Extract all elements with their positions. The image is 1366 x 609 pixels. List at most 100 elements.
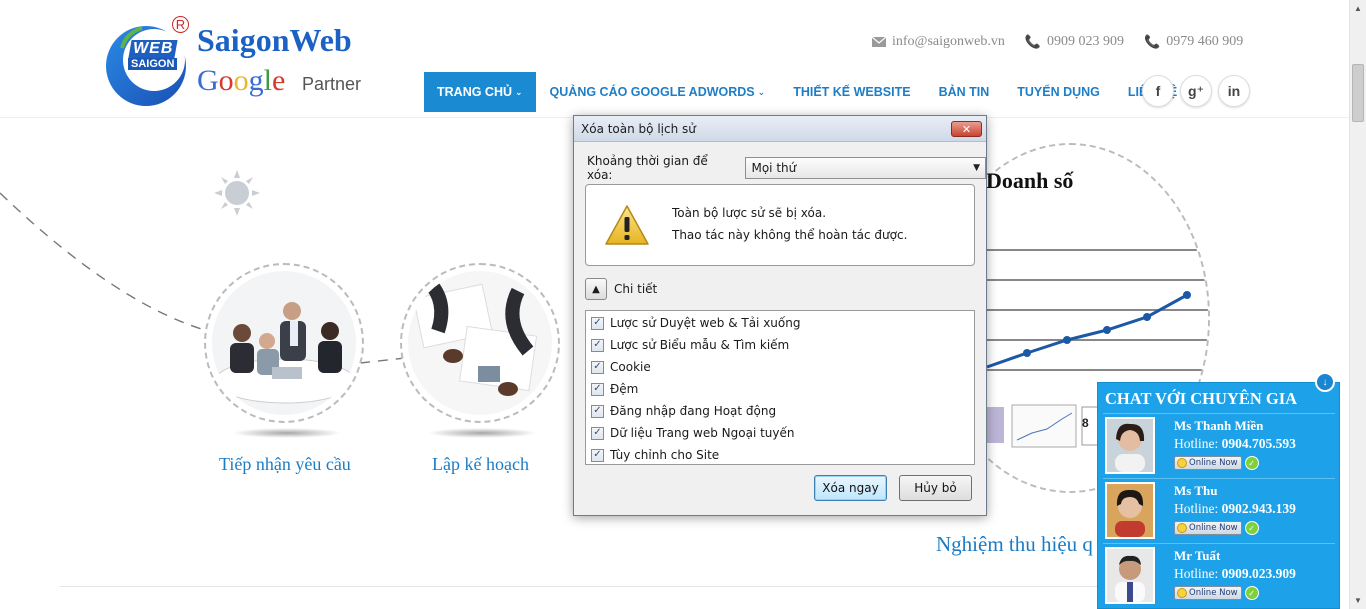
details-toggle-row: ▲ Chi tiết [585,278,657,300]
time-range-label: Khoảng thời gian để xóa: [587,154,708,182]
nav-item-news[interactable]: BẢN TIN [925,72,1004,112]
chat-collapse-icon[interactable]: ↓ [1315,372,1335,392]
nav-item-careers[interactable]: TUYỂN DỤNG [1003,72,1114,112]
warning-text-1: Toàn bộ lược sử sẽ bị xóa. [672,206,827,220]
online-now-badge[interactable]: Online Now [1174,521,1242,535]
google-plus-icon[interactable]: g⁺ [1180,75,1212,107]
collapse-details-button[interactable]: ▲ [585,278,607,300]
checkbox-checked[interactable]: ✓ [591,338,604,352]
sun-icon [214,170,260,216]
agent-name: Mr Tuất [1174,548,1221,563]
checkbox-checked[interactable]: ✓ [591,404,604,418]
online-now-badge[interactable]: Online Now [1174,456,1242,470]
chat-agent[interactable]: Mr Tuất Hotline: 0909.023.909 Online Now… [1103,543,1335,606]
nav-item-label: TUYỂN DỤNG [1017,85,1100,99]
section-divider [60,586,1100,587]
viber-icon[interactable]: ✓ [1244,456,1259,470]
time-range-value: Mọi thứ [751,161,797,175]
checkbox-checked[interactable]: ✓ [591,360,604,374]
list-item-browsing-history[interactable]: ✓ Lược sử Duyệt web & Tải xuống [591,312,969,334]
time-range-row: Khoảng thời gian để xóa: Mọi thứ ▼ [587,154,986,182]
nav-item-google-adwords[interactable]: QUẢNG CÁO GOOGLE ADWORDS ⌄ [536,72,780,112]
list-item-label: Dữ liệu Trang web Ngoại tuyến [610,426,795,440]
list-item-site-preferences[interactable]: ✓ Tùy chỉnh cho Site [591,444,969,466]
agent-status: Online Now ✓ [1174,456,1259,470]
step-image-planning [400,263,560,423]
step-image-meeting [204,263,364,423]
warning-text-2: Thao tác này không thể hoàn tác được. [672,228,908,242]
chevron-up-icon: ▲ [592,283,600,295]
browser-page: WEB SAIGON R SaigonWeb Google Partner in… [0,0,1366,609]
contact-phone-2-text: 0979 460 909 [1166,34,1244,49]
agent-status: Online Now ✓ [1174,586,1259,600]
facebook-icon[interactable]: f [1142,75,1174,107]
step-shadow [232,428,342,438]
chart-title: Doanh số [986,168,1074,193]
nav-item-home[interactable]: TRANG CHỦ ⌄ [424,72,536,112]
scroll-thumb[interactable] [1352,64,1364,122]
list-item-form-history[interactable]: ✓ Lược sử Biểu mẫu & Tìm kiếm [591,334,969,356]
contact-email-text: info@saigonweb.vn [892,34,1005,49]
checkbox-checked[interactable]: ✓ [591,448,604,462]
list-item-label: Tùy chỉnh cho Site [610,448,720,462]
phone-icon: 📞 [1024,34,1042,49]
nav-item-label: QUẢNG CÁO GOOGLE ADWORDS [549,85,755,99]
meeting-illustration [212,271,356,415]
clear-now-button[interactable]: Xóa ngay [814,475,887,501]
chat-agent[interactable]: Ms Thu Hotline: 0902.943.139 Online Now … [1103,478,1335,541]
list-item-label: Lược sử Duyệt web & Tải xuống [610,316,801,330]
logo-brand-name: SaigonWeb [197,22,352,58]
agent-avatar [1105,417,1155,474]
nav-item-label: BẢN TIN [938,85,990,99]
chevron-down-icon: ⌄ [757,86,766,97]
smiley-icon [1177,523,1187,533]
step-label-result: Nghiệm thu hiệu q [936,532,1093,556]
agent-hotline: Hotline: 0909.023.909 [1174,566,1296,581]
logo-saigon-text: SAIGON [128,58,178,70]
list-item-label: Đăng nhập đang Hoạt động [610,404,777,418]
nav-item-web-design[interactable]: THIẾT KẾ WEBSITE [779,72,924,112]
checkbox-checked[interactable]: ✓ [591,426,604,440]
step-label-plan: Lập kế hoạch [432,454,529,474]
registered-mark: R [172,16,189,33]
chat-widget: ↓ CHAT VỚI CHUYÊN GIA Ms Thanh Miền Hotl… [1097,372,1340,609]
agent-status: Online Now ✓ [1174,521,1259,535]
chevron-down-icon: ⌄ [515,86,523,97]
page-scrollbar[interactable]: ▲ ▼ [1349,0,1366,609]
logo-partner-text: Partner [302,74,362,94]
svg-text:8: 8 [1082,416,1089,430]
time-range-select[interactable]: Mọi thứ ▼ [745,157,986,179]
site-logo[interactable]: WEB SAIGON R SaigonWeb Google Partner [104,16,374,112]
contact-phone-2[interactable]: 📞 0979 460 909 [1144,34,1243,50]
list-item-label: Đệm [610,382,639,396]
dialog-titlebar[interactable]: Xóa toàn bộ lịch sử [574,116,986,142]
contact-bar: info@saigonweb.vn 📞 0909 023 909 📞 0979 … [872,34,1243,50]
list-item-offline-data[interactable]: ✓ Dữ liệu Trang web Ngoại tuyến [591,422,969,444]
list-item-cookies[interactable]: ✓ Cookie [591,356,969,378]
cancel-button[interactable]: Hủy bỏ [899,475,972,501]
chat-agent[interactable]: Ms Thanh Miền Hotline: 0904.705.593 Onli… [1103,413,1335,476]
contact-phone-1[interactable]: 📞 0909 023 909 [1025,34,1124,50]
scroll-down-icon[interactable]: ▼ [1350,592,1366,609]
warning-box: Toàn bộ lược sử sẽ bị xóa. Thao tác này … [585,184,975,266]
checkbox-checked[interactable]: ✓ [591,316,604,330]
viber-icon[interactable]: ✓ [1244,521,1259,535]
list-item-active-logins[interactable]: ✓ Đăng nhập đang Hoạt động [591,400,969,422]
dropdown-arrow-icon: ▼ [973,163,980,173]
linkedin-icon[interactable]: in [1218,75,1250,107]
checkbox-checked[interactable]: ✓ [591,382,604,396]
scroll-up-icon[interactable]: ▲ [1350,0,1366,17]
close-icon[interactable]: ✕ [951,121,982,137]
list-item-cache[interactable]: ✓ Đệm [591,378,969,400]
history-items-list: ✓ Lược sử Duyệt web & Tải xuống ✓ Lược s… [585,310,975,465]
step-label-receive: Tiếp nhận yêu cầu [219,454,351,474]
main-nav: TRANG CHỦ ⌄ QUẢNG CÁO GOOGLE ADWORDS ⌄ T… [424,72,1191,112]
agent-name: Ms Thanh Miền [1174,418,1264,433]
clear-history-dialog: Xóa toàn bộ lịch sử ✕ Khoảng thời gian đ… [573,115,987,516]
nav-item-label: TRANG CHỦ [437,85,512,99]
list-item-label: Lược sử Biểu mẫu & Tìm kiếm [610,338,790,352]
nav-item-label: THIẾT KẾ WEBSITE [793,85,911,99]
viber-icon[interactable]: ✓ [1244,586,1259,600]
contact-email[interactable]: info@saigonweb.vn [872,34,1005,50]
online-now-badge[interactable]: Online Now [1174,586,1242,600]
